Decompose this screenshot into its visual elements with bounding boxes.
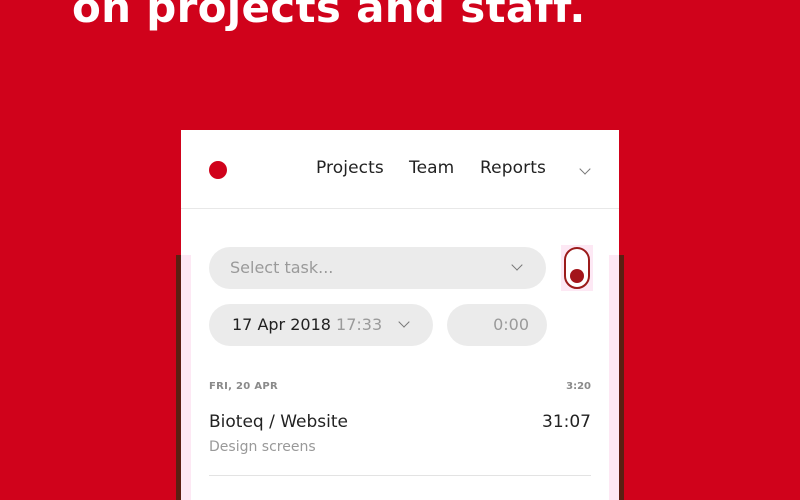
logo-icon[interactable] [209,161,227,179]
duration-value: 0:00 [493,315,529,334]
timer-toggle-container [561,245,593,291]
entry-subtitle: Design screens [209,439,316,455]
headline: on projects and staff. [72,0,586,32]
task-select[interactable]: Select task... [209,247,546,289]
date-time-picker[interactable]: 17 Apr 2018 17:33 [209,304,433,346]
nav-projects[interactable]: Projects [316,158,384,178]
entry-title[interactable]: Bioteq / Website [209,412,348,432]
task-select-placeholder: Select task... [230,258,334,277]
app-card: Projects Team Reports Select task... 17 … [181,130,619,500]
right-edge-strip [609,255,619,500]
account-menu-chevron-down-icon[interactable] [579,163,591,175]
date-value: 17 Apr 2018 [232,315,331,334]
left-edge-strip [181,255,191,500]
nav-team[interactable]: Team [409,158,454,178]
time-value: 17:33 [336,315,383,334]
top-nav: Projects Team Reports [181,130,619,209]
chevron-down-icon [511,259,523,271]
timer-toggle[interactable] [564,247,590,289]
divider [209,475,591,476]
day-label: FRI, 20 APR [209,381,278,392]
day-total: 3:20 [566,381,591,392]
nav-reports[interactable]: Reports [480,158,546,178]
entry-duration: 31:07 [542,412,591,432]
date-time-value: 17 Apr 2018 17:33 [232,315,382,334]
duration-field[interactable]: 0:00 [447,304,547,346]
chevron-down-icon [398,316,410,328]
toggle-knob [570,269,584,283]
